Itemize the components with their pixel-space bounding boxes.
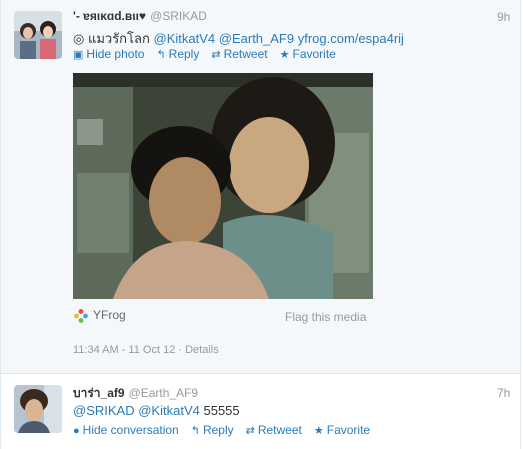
hide-conversation-label: Hide conversation xyxy=(82,423,179,437)
favorite-icon: ★ xyxy=(313,425,324,437)
tweet-time[interactable]: 7h xyxy=(497,386,510,400)
author-name[interactable]: '- ɐяικɑd.ʙιι♥ xyxy=(73,9,146,23)
author-handle[interactable]: @SRIKAD xyxy=(150,9,207,23)
tweet-expanded[interactable]: '- ɐяικɑd.ʙιι♥ @SRIKAD 9h ◎ แมวรักโลก @Ki… xyxy=(0,0,521,374)
reply-label: Reply xyxy=(168,47,200,61)
reply-button[interactable]: ↰ Reply xyxy=(156,47,199,61)
favorite-label: Favorite xyxy=(292,47,336,61)
favorite-label: Favorite xyxy=(326,423,371,437)
media-source[interactable]: YFrog xyxy=(73,308,126,324)
hide-conversation-button[interactable]: ● Hide conversation xyxy=(73,423,179,437)
favorite-icon: ★ xyxy=(279,49,290,61)
favorite-button[interactable]: ★ Favorite xyxy=(280,47,336,61)
tweet-text: ◎ แมวรักโลก @KitkatV4 @Earth_AF9 yfrog.c… xyxy=(73,28,404,49)
mention-link[interactable]: @KitkatV4 xyxy=(138,403,200,418)
retweet-icon: ⇄ xyxy=(245,425,255,437)
favorite-button[interactable]: ★ Favorite xyxy=(314,423,370,437)
mention-link[interactable]: @SRIKAD xyxy=(73,403,135,418)
url-link[interactable]: yfrog.com/espa4rij xyxy=(298,31,404,46)
reply-icon: ↰ xyxy=(156,49,166,61)
reply-label: Reply xyxy=(202,423,234,437)
avatar[interactable] xyxy=(14,385,62,433)
details-link[interactable]: Details xyxy=(185,344,219,356)
mention-link[interactable]: @KitkatV4 xyxy=(154,31,216,46)
media-source-label: YFrog xyxy=(93,308,126,323)
tweet-text-prefix: ◎ แมวรักโลก xyxy=(73,31,150,46)
tweet-photo[interactable] xyxy=(73,73,373,299)
author-handle[interactable]: @Earth_AF9 xyxy=(129,386,199,400)
meta-separator: · xyxy=(175,344,186,356)
timestamp[interactable]: 11:34 AM - 11 Oct 12 xyxy=(73,344,175,356)
retweet-label: Retweet xyxy=(223,47,268,61)
tweet-meta: 11:34 AM - 11 Oct 12 · Details xyxy=(73,344,219,356)
hide-photo-button[interactable]: ▣ Hide photo xyxy=(73,47,144,61)
author-name[interactable]: บาร่า_af9 xyxy=(73,386,125,400)
hide-photo-label: Hide photo xyxy=(86,47,145,61)
tweet-actions: ▣ Hide photo ↰ Reply ⇄ Retweet ★ Favorite xyxy=(73,47,348,61)
tweet-actions: ● Hide conversation ↰ Reply ⇄ Retweet ★ Favorit… xyxy=(73,423,382,437)
photo-icon: ▣ xyxy=(73,49,84,61)
retweet-icon: ⇄ xyxy=(211,49,221,61)
retweet-button[interactable]: ⇄ Retweet xyxy=(211,47,267,61)
author-row: บาร่า_af9 @Earth_AF9 xyxy=(73,384,198,403)
reply-icon: ↰ xyxy=(190,425,200,437)
mention-link[interactable]: @Earth_AF9 xyxy=(219,31,294,46)
retweet-button[interactable]: ⇄ Retweet xyxy=(246,423,302,437)
flag-media-link[interactable]: Flag this media xyxy=(285,310,366,324)
avatar[interactable] xyxy=(14,11,62,59)
tweet-text-suffix: 55555 xyxy=(203,403,240,418)
author-row: '- ɐяικɑd.ʙιι♥ @SRIKAD xyxy=(73,9,207,23)
tweet-reply[interactable]: บาร่า_af9 @Earth_AF9 7h @SRIKAD @KitkatV4… xyxy=(0,374,521,449)
yfrog-icon xyxy=(74,309,88,323)
tweet-text: @SRIKAD @KitkatV4 55555 xyxy=(73,403,240,418)
conversation-icon: ● xyxy=(73,425,80,437)
tweet-time[interactable]: 9h xyxy=(497,10,510,24)
reply-button[interactable]: ↰ Reply xyxy=(191,423,234,437)
retweet-label: Retweet xyxy=(257,423,302,437)
